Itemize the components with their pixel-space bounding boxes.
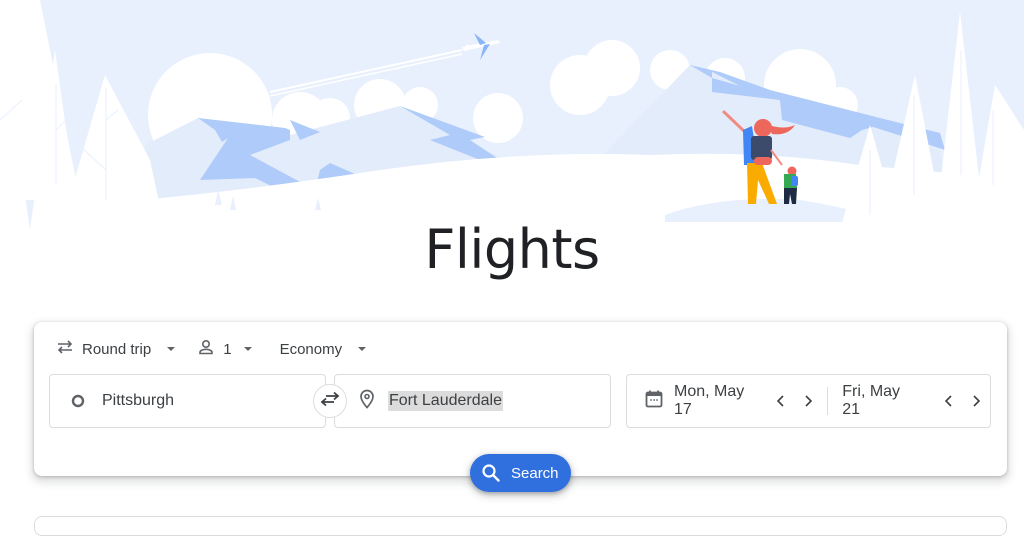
return-next-day-button[interactable] [963,387,990,415]
swap-origin-destination-button[interactable] [313,384,347,418]
page-title: Flights [424,218,600,281]
search-button[interactable]: Search [470,454,571,492]
destination-value: Fort Lauderdale [388,391,503,411]
next-section-card [34,516,1007,536]
origin-input[interactable]: Pittsburgh [49,374,326,428]
departure-date-value: Mon, May 17 [674,383,745,418]
departure-next-day-button[interactable] [794,387,821,415]
chevron-right-icon [973,395,981,407]
return-date-value: Fri, May 21 [842,383,901,418]
cabin-class-dropdown[interactable]: Economy [280,341,367,358]
swap-arrows-icon [319,390,341,413]
date-range-input: Mon, May 17 Fri, May 21 [626,374,991,428]
chevron-down-icon [167,347,176,351]
chevron-down-icon [243,347,252,351]
search-form-card: Round trip 1 Economy Pittsburgh Fort Lau… [34,322,1007,476]
return-prev-day-button[interactable] [936,387,963,415]
circle-outline-icon [68,394,88,408]
chevron-left-icon [945,395,952,407]
passengers-count: 1 [223,340,232,358]
departure-date-field[interactable]: Mon, May 17 [627,375,821,427]
person-icon [197,338,215,360]
calendar-icon [644,389,664,414]
search-button-label: Search [511,464,559,482]
swap-horiz-icon [56,338,74,360]
chevron-right-icon [805,395,812,407]
search-icon [481,463,501,483]
trip-type-label: Round trip [82,340,152,358]
search-options-row: Round trip 1 Economy [56,338,388,360]
departure-prev-day-button[interactable] [767,387,794,415]
chevron-left-icon [776,395,784,407]
hero-illustration [0,0,1024,230]
destination-input[interactable]: Fort Lauderdale [334,374,611,428]
origin-value: Pittsburgh [102,392,175,409]
landscape-illustration [0,0,1024,230]
chevron-down-icon [358,347,367,351]
return-date-field[interactable]: Fri, May 21 [828,375,990,427]
cabin-class-label: Economy [279,340,343,358]
trip-type-dropdown[interactable]: Round trip [56,338,176,360]
location-pin-icon [359,389,375,414]
passengers-dropdown[interactable]: 1 [197,338,252,360]
